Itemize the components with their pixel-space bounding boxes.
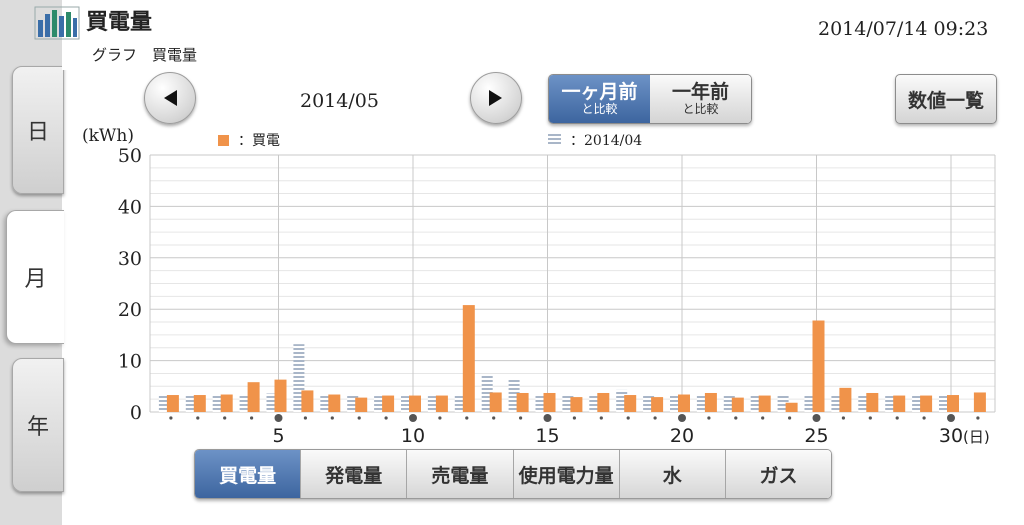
bar-current	[166, 395, 179, 412]
bar-current	[355, 397, 368, 412]
x-major-dot	[678, 414, 686, 422]
x-major-dot	[947, 414, 955, 422]
x-minor-dot	[895, 416, 899, 420]
x-minor-dot	[841, 416, 846, 420]
bar-current	[382, 395, 395, 412]
bar-current	[597, 392, 610, 412]
x-tick-label: 20	[670, 425, 694, 447]
y-tick-label: 20	[118, 299, 142, 321]
y-tick-label: 30	[118, 248, 142, 270]
bar-current	[839, 387, 852, 412]
bar-current	[893, 395, 906, 412]
bar-current	[785, 402, 798, 412]
x-minor-dot	[303, 416, 307, 420]
x-minor-dot	[707, 416, 711, 420]
x-minor-dot	[922, 416, 926, 420]
x-minor-dot	[438, 416, 442, 420]
tab-gas[interactable]: ガス	[724, 450, 831, 498]
x-minor-dot	[169, 416, 173, 420]
bar-current	[812, 320, 825, 412]
x-minor-dot	[572, 416, 577, 420]
usage-chart: 010203040505 10 15 20 25 30 (日)	[118, 145, 996, 447]
tab-buy-power[interactable]: 買電量	[195, 450, 301, 498]
bar-current	[516, 392, 529, 412]
bar-current	[624, 395, 637, 412]
category-tabs: 買電量 発電量 売電量 使用電力量 水 ガス	[194, 449, 832, 499]
bar-current	[328, 394, 341, 412]
x-minor-dot	[761, 416, 765, 420]
x-minor-dot	[868, 416, 872, 420]
x-minor-dot	[519, 416, 523, 420]
tab-generated-power[interactable]: 発電量	[300, 450, 407, 498]
x-minor-dot	[357, 416, 361, 420]
bar-current	[274, 379, 287, 412]
bar-current	[866, 392, 879, 412]
bar-current	[409, 395, 421, 412]
bar-current	[220, 394, 233, 412]
bar-current	[920, 395, 933, 412]
x-minor-dot	[599, 416, 603, 420]
y-tick-label: 50	[118, 145, 142, 167]
bar-current	[731, 397, 744, 412]
bar-current	[247, 382, 260, 412]
bar-current	[651, 397, 664, 412]
x-major-dot	[409, 414, 417, 422]
bar-current	[301, 390, 314, 412]
x-tick-label: 15	[535, 425, 559, 447]
x-major-dot	[274, 414, 283, 422]
x-major-dot	[543, 414, 552, 422]
bar-current	[973, 392, 986, 412]
x-minor-dot	[384, 416, 388, 420]
bar-current	[758, 395, 771, 412]
bar-current	[193, 395, 206, 412]
x-minor-dot	[653, 416, 657, 420]
bar-current	[947, 395, 959, 412]
x-minor-dot	[330, 416, 334, 420]
x-minor-dot	[223, 416, 227, 420]
x-minor-dot	[976, 416, 980, 420]
bar-current	[704, 392, 717, 412]
x-tick-label: 30	[939, 425, 963, 447]
bar-current	[570, 397, 583, 412]
y-tick-label: 10	[118, 351, 142, 373]
bar-current	[489, 392, 502, 412]
tab-water[interactable]: 水	[618, 450, 725, 498]
y-tick-label: 0	[130, 402, 142, 424]
x-minor-dot	[626, 416, 630, 420]
bar-current	[462, 305, 475, 412]
tab-used-power[interactable]: 使用電力量	[512, 450, 619, 498]
x-tick-label: 5	[272, 425, 284, 447]
x-tick-label: 25	[804, 425, 828, 447]
x-minor-dot	[196, 416, 200, 420]
tab-sold-power[interactable]: 売電量	[406, 450, 513, 498]
x-minor-dot	[492, 416, 496, 420]
x-minor-dot	[788, 416, 792, 420]
x-minor-dot	[734, 416, 738, 420]
x-unit-label: (日)	[963, 428, 990, 446]
bar-current	[543, 392, 556, 412]
x-minor-dot	[250, 416, 254, 420]
bar-current	[435, 395, 448, 412]
y-tick-label: 40	[118, 196, 142, 218]
x-minor-dot	[465, 416, 469, 420]
x-major-dot	[812, 414, 821, 422]
bar-current	[678, 394, 690, 412]
x-tick-label: 10	[401, 425, 425, 447]
